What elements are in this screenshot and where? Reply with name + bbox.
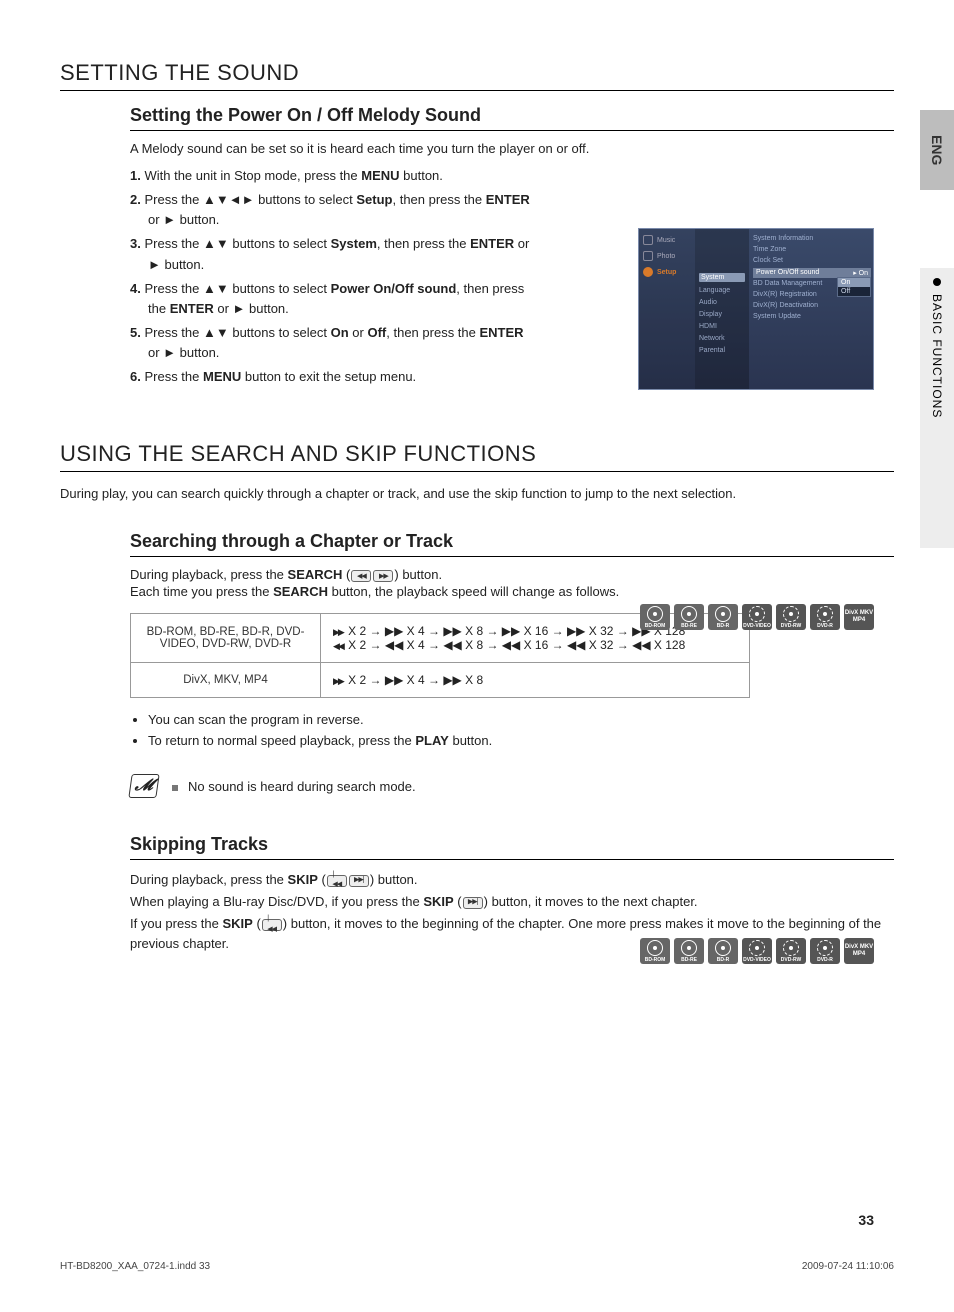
- osd-opt: System Update: [753, 313, 871, 320]
- side-tab-section: BASIC FUNCTIONS: [920, 268, 954, 548]
- osd-cat-display: Display: [699, 311, 745, 318]
- step-1: 1. With the unit in Stop mode, press the…: [130, 166, 530, 186]
- disc-file-icon: DivX MKV MP4: [844, 938, 874, 964]
- osd-item-music: Music: [643, 235, 691, 245]
- osd-cat-parental: Parental: [699, 347, 745, 354]
- osd-screenshot: Music Photo Setup System Language Audio …: [638, 228, 874, 390]
- disc-file-icon: DivX MKV MP4: [844, 604, 874, 630]
- note-block: 𝓜 No sound is heard during search mode.: [130, 774, 894, 798]
- disc-dvdrw-icon: DVD-RW: [776, 604, 806, 630]
- page-number: 33: [858, 1212, 874, 1228]
- heading-search-skip: USING THE SEARCH AND SKIP FUNCTIONS: [60, 441, 894, 467]
- search-fwd-icon: [373, 570, 393, 582]
- bullet-item: To return to normal speed playback, pres…: [148, 731, 894, 752]
- footer-timestamp: 2009-07-24 11:10:06: [802, 1261, 894, 1272]
- osd-popup: On Off: [837, 277, 871, 297]
- skip-prev-icon: [327, 875, 347, 887]
- osd-cat-network: Network: [699, 335, 745, 342]
- osd-cat-system: System: [699, 273, 745, 282]
- osd-popup-off: Off: [838, 287, 870, 296]
- skip-prev-icon: [262, 919, 282, 931]
- osd-left-column: Music Photo Setup: [639, 229, 695, 389]
- osd-opt: Clock Set: [753, 257, 871, 264]
- footer-file: HT-BD8200_XAA_0724-1.indd 33: [60, 1261, 210, 1272]
- subheading-skipping: Skipping Tracks: [130, 834, 894, 855]
- music-icon: [643, 235, 653, 245]
- disc-bdr-icon: BD-R: [708, 938, 738, 964]
- disc-dvdrw-icon: DVD-RW: [776, 938, 806, 964]
- step-3: 3. Press the ▲▼ buttons to select System…: [130, 234, 530, 274]
- heading-setting-sound: SETTING THE SOUND: [60, 60, 894, 86]
- divider: [130, 130, 894, 131]
- osd-opt: System Information: [753, 235, 871, 242]
- footer: HT-BD8200_XAA_0724-1.indd 33 2009-07-24 …: [60, 1261, 894, 1272]
- bullet-item: You can scan the program in reverse.: [148, 710, 894, 731]
- osd-right-column: System Information Time Zone Clock Set P…: [749, 229, 875, 389]
- disc-bdr-icon: BD-R: [708, 604, 738, 630]
- osd-popup-on: On: [838, 278, 870, 287]
- disc-icons-search: BD-ROM BD-RE BD-R DVD-VIDEO DVD-RW DVD-R…: [640, 604, 874, 630]
- square-bullet-icon: [172, 785, 178, 791]
- osd-opt: Time Zone: [753, 246, 871, 253]
- disc-bdre-icon: BD-RE: [674, 604, 704, 630]
- search-rev-icon: [351, 570, 371, 582]
- disc-dvdvideo-icon: DVD-VIDEO: [742, 938, 772, 964]
- osd-cat-hdmi: HDMI: [699, 323, 745, 330]
- disc-dvdr-icon: DVD-R: [810, 604, 840, 630]
- side-tab-section-text: BASIC FUNCTIONS: [930, 294, 944, 418]
- divider: [130, 859, 894, 860]
- skip-line1: During playback, press the SKIP () butto…: [130, 870, 894, 890]
- intro-text: During play, you can search quickly thro…: [60, 486, 894, 501]
- divider: [60, 90, 894, 91]
- skip-next-icon: [349, 875, 369, 887]
- divider: [60, 471, 894, 472]
- manual-page: ENG BASIC FUNCTIONS SETTING THE SOUND Se…: [0, 0, 954, 1312]
- bullet-list: You can scan the program in reverse. To …: [148, 710, 894, 752]
- subheading-melody: Setting the Power On / Off Melody Sound: [130, 105, 894, 126]
- side-tab-lang: ENG: [920, 110, 954, 190]
- osd-cat-language: Language: [699, 287, 745, 294]
- search-line1: During playback, press the SEARCH () but…: [130, 567, 894, 582]
- table-row: DivX, MKV, MP4 X 2 → ▶▶ X 4 → ▶▶ X 8: [131, 663, 750, 698]
- note-text: No sound is heard during search mode.: [172, 779, 416, 794]
- osd-mid-column: System Language Audio Display HDMI Netwo…: [695, 229, 749, 389]
- step-2: 2. Press the ▲▼◄► buttons to select Setu…: [130, 190, 530, 230]
- skip-line2: When playing a Blu-ray Disc/DVD, if you …: [130, 892, 894, 912]
- bullet-icon: [933, 278, 941, 286]
- steps-list: 1. With the unit in Stop mode, press the…: [130, 166, 530, 387]
- subsection-searching: Searching through a Chapter or Track Dur…: [130, 531, 894, 798]
- table-label: BD-ROM, BD-RE, BD-R, DVD-VIDEO, DVD-RW, …: [131, 614, 321, 663]
- search-line2: Each time you press the SEARCH button, t…: [130, 584, 894, 599]
- disc-dvdr-icon: DVD-R: [810, 938, 840, 964]
- disc-icons-skip: BD-ROM BD-RE BD-R DVD-VIDEO DVD-RW DVD-R…: [640, 938, 874, 964]
- side-tab-lang-text: ENG: [929, 135, 945, 165]
- note-icon: 𝓜: [128, 774, 159, 798]
- osd-item-photo: Photo: [643, 251, 691, 261]
- osd-cat-audio: Audio: [699, 299, 745, 306]
- skip-next-icon: [463, 897, 483, 909]
- rev-speeds: X 2 → ◀◀ X 4 → ◀◀ X 8 → ◀◀ X 16 → ◀◀ X 3…: [333, 638, 737, 652]
- gear-icon: [643, 267, 653, 277]
- step-4: 4. Press the ▲▼ buttons to select Power …: [130, 279, 530, 319]
- disc-bdrom-icon: BD-ROM: [640, 938, 670, 964]
- disc-bdrom-icon: BD-ROM: [640, 604, 670, 630]
- step-6: 6. Press the MENU button to exit the set…: [130, 367, 530, 387]
- disc-bdre-icon: BD-RE: [674, 938, 704, 964]
- intro-text: A Melody sound can be set so it is heard…: [130, 141, 894, 156]
- table-label: DivX, MKV, MP4: [131, 663, 321, 698]
- divider: [130, 556, 894, 557]
- osd-opt: DivX(R) Deactivation: [753, 302, 871, 309]
- osd-item-setup: Setup: [643, 267, 691, 277]
- photo-icon: [643, 251, 653, 261]
- subheading-searching: Searching through a Chapter or Track: [130, 531, 894, 552]
- subsection-skipping: Skipping Tracks During playback, press t…: [130, 834, 894, 955]
- table-speeds: X 2 → ▶▶ X 4 → ▶▶ X 8: [321, 663, 750, 698]
- fwd-speeds: X 2 → ▶▶ X 4 → ▶▶ X 8: [333, 673, 737, 687]
- step-5: 5. Press the ▲▼ buttons to select On or …: [130, 323, 530, 363]
- disc-dvdvideo-icon: DVD-VIDEO: [742, 604, 772, 630]
